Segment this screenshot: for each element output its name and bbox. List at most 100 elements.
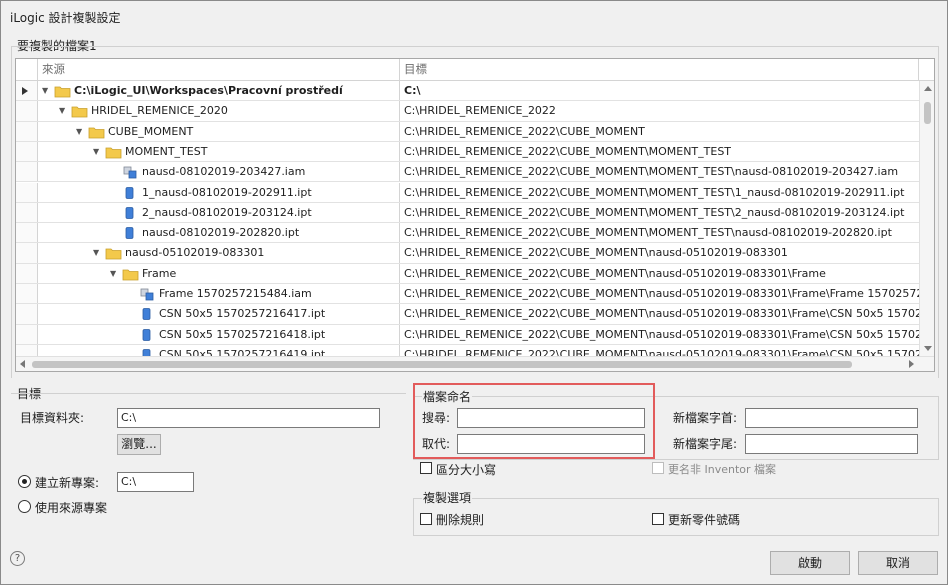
expand-chevron-icon[interactable]: ▼ <box>59 101 71 120</box>
expand-chevron-icon[interactable]: ▼ <box>93 142 105 161</box>
source-path: 2_nausd-08102019-203124.ipt <box>142 205 312 219</box>
source-path: CSN 50x5 1570257216417.ipt <box>159 307 326 321</box>
start-button[interactable]: 啟動 <box>770 551 850 575</box>
target-cell[interactable]: C:\HRIDEL_REMENICE_2022\CUBE_MOMENT <box>400 122 919 141</box>
delete-rules-checkbox[interactable] <box>420 513 432 525</box>
target-cell[interactable]: C:\HRIDEL_REMENICE_2022\CUBE_MOMENT\MOME… <box>400 142 919 161</box>
source-path: Frame <box>142 266 177 280</box>
files-grid[interactable]: 來源 目標 ▼ C:\iLogic_UI\Workspaces\Pracovní … <box>15 58 935 372</box>
table-row[interactable]: CSN 50x5 1570257216417.ipt C:\HRIDEL_REME… <box>16 304 919 325</box>
source-cell[interactable]: ▼ CUBE_MOMENT <box>38 121 400 141</box>
target-cell[interactable]: C:\HRIDEL_REMENICE_2022\CUBE_MOMENT\MOME… <box>400 183 919 202</box>
table-row[interactable]: nausd-08102019-203427.iam C:\HRIDEL_REMEN… <box>16 162 919 183</box>
horizontal-scrollbar[interactable] <box>16 356 934 371</box>
scroll-up-icon[interactable] <box>924 86 932 91</box>
expand-chevron-icon[interactable]: ▼ <box>110 264 122 283</box>
table-row[interactable]: ▼ Frame C:\HRIDEL_REMENICE_2022\CUBE_MOMEN… <box>16 263 919 284</box>
use-source-project-radio[interactable] <box>18 500 31 513</box>
target-folder-input[interactable]: C:\ <box>117 408 380 428</box>
table-row[interactable]: 2_nausd-08102019-203124.ipt C:\HRIDEL_REM… <box>16 202 919 224</box>
row-indicator[interactable] <box>16 223 38 243</box>
suffix-input[interactable] <box>745 434 918 454</box>
target-cell[interactable]: C:\HRIDEL_REMENICE_2022\CUBE_MOMENT\naus… <box>400 243 919 262</box>
assembly-icon <box>122 165 139 179</box>
target-cell[interactable]: C:\HRIDEL_REMENICE_2022\CUBE_MOMENT\naus… <box>400 264 919 283</box>
table-row[interactable]: ▼ CUBE_MOMENT C:\HRIDEL_REMENICE_2022\CUBE… <box>16 121 919 142</box>
source-cell[interactable]: ▼ Frame <box>38 263 400 283</box>
prefix-input[interactable] <box>745 408 918 428</box>
target-folder-label: 目標資料夾: <box>20 411 85 425</box>
expand-chevron-icon[interactable]: ▼ <box>76 122 88 141</box>
folder-icon <box>71 104 88 118</box>
scroll-left-icon[interactable] <box>20 360 25 368</box>
source-cell[interactable]: nausd-08102019-202820.ipt <box>38 223 400 243</box>
expand-chevron-icon[interactable]: ▼ <box>93 243 105 262</box>
table-row[interactable]: 1_nausd-08102019-202911.ipt C:\HRIDEL_REM… <box>16 182 919 203</box>
row-indicator[interactable] <box>16 263 38 283</box>
source-cell[interactable]: Frame 1570257215484.iam <box>38 284 400 304</box>
source-cell[interactable]: nausd-08102019-203427.iam <box>38 162 400 182</box>
vertical-scroll-thumb[interactable] <box>924 102 931 124</box>
source-cell[interactable]: 1_nausd-08102019-202911.ipt <box>38 182 400 202</box>
row-indicator[interactable] <box>16 304 38 324</box>
target-cell[interactable]: C:\HRIDEL_REMENICE_2022\CUBE_MOMENT\naus… <box>400 304 919 323</box>
table-row[interactable]: Frame 1570257215484.iam C:\HRIDEL_REMENIC… <box>16 284 919 305</box>
table-row[interactable]: ▼ HRIDEL_REMENICE_2020 C:\HRIDEL_REMENICE_… <box>16 101 919 122</box>
source-path: 1_nausd-08102019-202911.ipt <box>142 185 312 199</box>
vertical-scrollbar[interactable] <box>919 81 934 356</box>
row-indicator[interactable] <box>16 182 38 202</box>
target-cell[interactable]: C:\HRIDEL_REMENICE_2022\CUBE_MOMENT\MOME… <box>400 223 919 242</box>
scroll-right-icon[interactable] <box>909 360 914 368</box>
row-indicator[interactable] <box>16 141 38 162</box>
target-cell[interactable]: C:\HRIDEL_REMENICE_2022 <box>400 101 919 120</box>
source-cell[interactable]: ▼ HRIDEL_REMENICE_2020 <box>38 101 400 121</box>
new-project-radio[interactable] <box>18 475 31 488</box>
target-cell[interactable]: C:\HRIDEL_REMENICE_2022\CUBE_MOMENT\MOME… <box>400 162 919 181</box>
tree-node: nausd-08102019-202820.ipt <box>110 223 299 242</box>
help-icon[interactable]: ? <box>10 551 25 566</box>
table-row[interactable]: ▼ MOMENT_TEST C:\HRIDEL_REMENICE_2022\CUBE… <box>16 141 919 163</box>
row-indicator[interactable] <box>16 243 38 263</box>
use-source-project-label: 使用來源專案 <box>35 501 108 515</box>
table-row[interactable]: CSN 50x5 1570257216418.ipt C:\HRIDEL_REME… <box>16 324 919 345</box>
source-cell[interactable]: CSN 50x5 1570257216418.ipt <box>38 324 400 344</box>
rename-non-inventor-checkbox[interactable] <box>652 462 664 474</box>
source-cell[interactable]: ▼ C:\iLogic_UI\Workspaces\Pracovní prostř… <box>38 81 400 101</box>
browse-button[interactable]: 瀏覽... <box>117 434 161 455</box>
case-sensitive-checkbox[interactable] <box>420 462 432 474</box>
cancel-button[interactable]: 取消 <box>858 551 938 575</box>
source-cell[interactable]: CSN 50x5 1570257216417.ipt <box>38 304 400 324</box>
horizontal-scroll-thumb[interactable] <box>32 361 852 368</box>
source-path: HRIDEL_REMENICE_2020 <box>91 104 228 118</box>
row-indicator[interactable] <box>16 324 38 344</box>
row-indicator[interactable] <box>16 284 38 304</box>
suffix-label: 新檔案字尾: <box>673 437 738 451</box>
table-row[interactable]: nausd-08102019-202820.ipt C:\HRIDEL_REMEN… <box>16 223 919 244</box>
folder-icon <box>105 145 122 159</box>
column-header-source[interactable]: 來源 <box>38 59 400 80</box>
tree-node: ▼ nausd-05102019-083301 <box>93 243 264 262</box>
row-indicator[interactable] <box>16 101 38 121</box>
scroll-down-icon[interactable] <box>924 346 932 351</box>
source-path: CUBE_MOMENT <box>108 124 194 138</box>
row-indicator[interactable] <box>16 81 38 101</box>
part-icon <box>122 206 139 220</box>
table-row[interactable]: ▼ nausd-05102019-083301 C:\HRIDEL_REMENICE… <box>16 243 919 264</box>
source-cell[interactable]: ▼ MOMENT_TEST <box>38 141 400 162</box>
target-cell[interactable]: C:\HRIDEL_REMENICE_2022\CUBE_MOMENT\naus… <box>400 284 919 303</box>
column-header-target[interactable]: 目標 <box>400 59 919 80</box>
update-part-numbers-checkbox[interactable] <box>652 513 664 525</box>
expand-chevron-icon[interactable]: ▼ <box>42 81 54 100</box>
new-project-input[interactable]: C:\ <box>117 472 194 492</box>
source-cell[interactable]: ▼ nausd-05102019-083301 <box>38 243 400 263</box>
source-path: CSN 50x5 1570257216418.ipt <box>159 327 326 341</box>
source-cell[interactable]: 2_nausd-08102019-203124.ipt <box>38 202 400 223</box>
table-row[interactable]: ▼ C:\iLogic_UI\Workspaces\Pracovní prostř… <box>16 81 919 102</box>
target-cell[interactable]: C:\HRIDEL_REMENICE_2022\CUBE_MOMENT\naus… <box>400 325 919 344</box>
row-indicator[interactable] <box>16 202 38 223</box>
target-cell[interactable]: C:\ <box>400 81 919 100</box>
row-indicator[interactable] <box>16 121 38 141</box>
row-indicator[interactable] <box>16 162 38 182</box>
rename-non-inventor-label: 更名非 Inventor 檔案 <box>668 463 777 476</box>
target-cell[interactable]: C:\HRIDEL_REMENICE_2022\CUBE_MOMENT\MOME… <box>400 203 919 222</box>
